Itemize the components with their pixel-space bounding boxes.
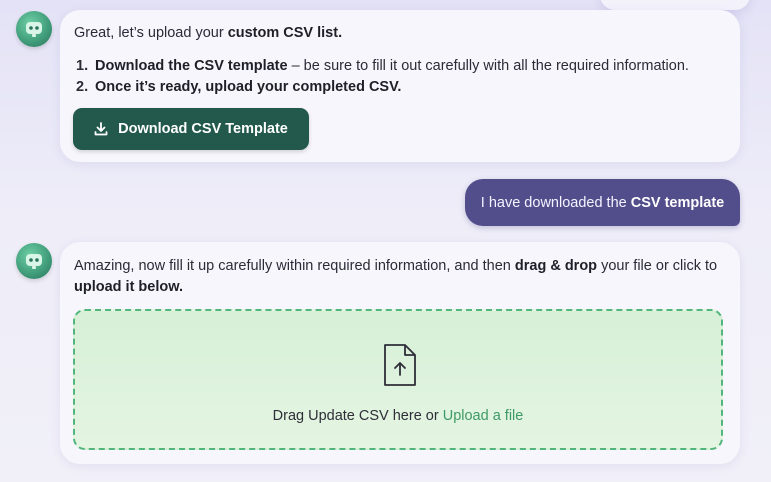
upload-file-link[interactable]: Upload a file xyxy=(443,408,524,424)
bot-face-icon xyxy=(26,22,42,37)
bot-avatar xyxy=(16,11,52,47)
bot-message-bubble: Great, let’s upload your custom CSV list… xyxy=(60,10,740,162)
download-icon xyxy=(94,122,108,136)
csv-dropzone[interactable]: Drag Update CSV here or Upload a file xyxy=(73,309,723,450)
download-button-label: Download CSV Template xyxy=(118,120,288,137)
step-item: 2. Once it’s ready, upload your completed… xyxy=(76,79,402,95)
message-intro: Amazing, now fill it up carefully within… xyxy=(74,258,718,295)
steps-list: 1. Download the CSV template – be sure to… xyxy=(76,56,689,98)
file-upload-icon xyxy=(384,344,416,386)
bot-face-icon xyxy=(26,254,42,269)
bot-message-bubble: Amazing, now fill it up carefully within… xyxy=(60,242,740,464)
step-item: 1. Download the CSV template – be sure to… xyxy=(76,58,689,74)
previous-message-bubble xyxy=(600,0,750,10)
download-csv-template-button[interactable]: Download CSV Template xyxy=(73,108,309,150)
emphasis-text: custom CSV list. xyxy=(227,25,343,41)
bot-avatar xyxy=(16,243,52,279)
dropzone-text: Drag Update CSV here or Upload a file xyxy=(272,408,524,424)
message-intro: Great, let’s upload your custom CSV list… xyxy=(74,25,343,41)
user-message-bubble: I have downloaded the CSV template xyxy=(465,179,740,226)
